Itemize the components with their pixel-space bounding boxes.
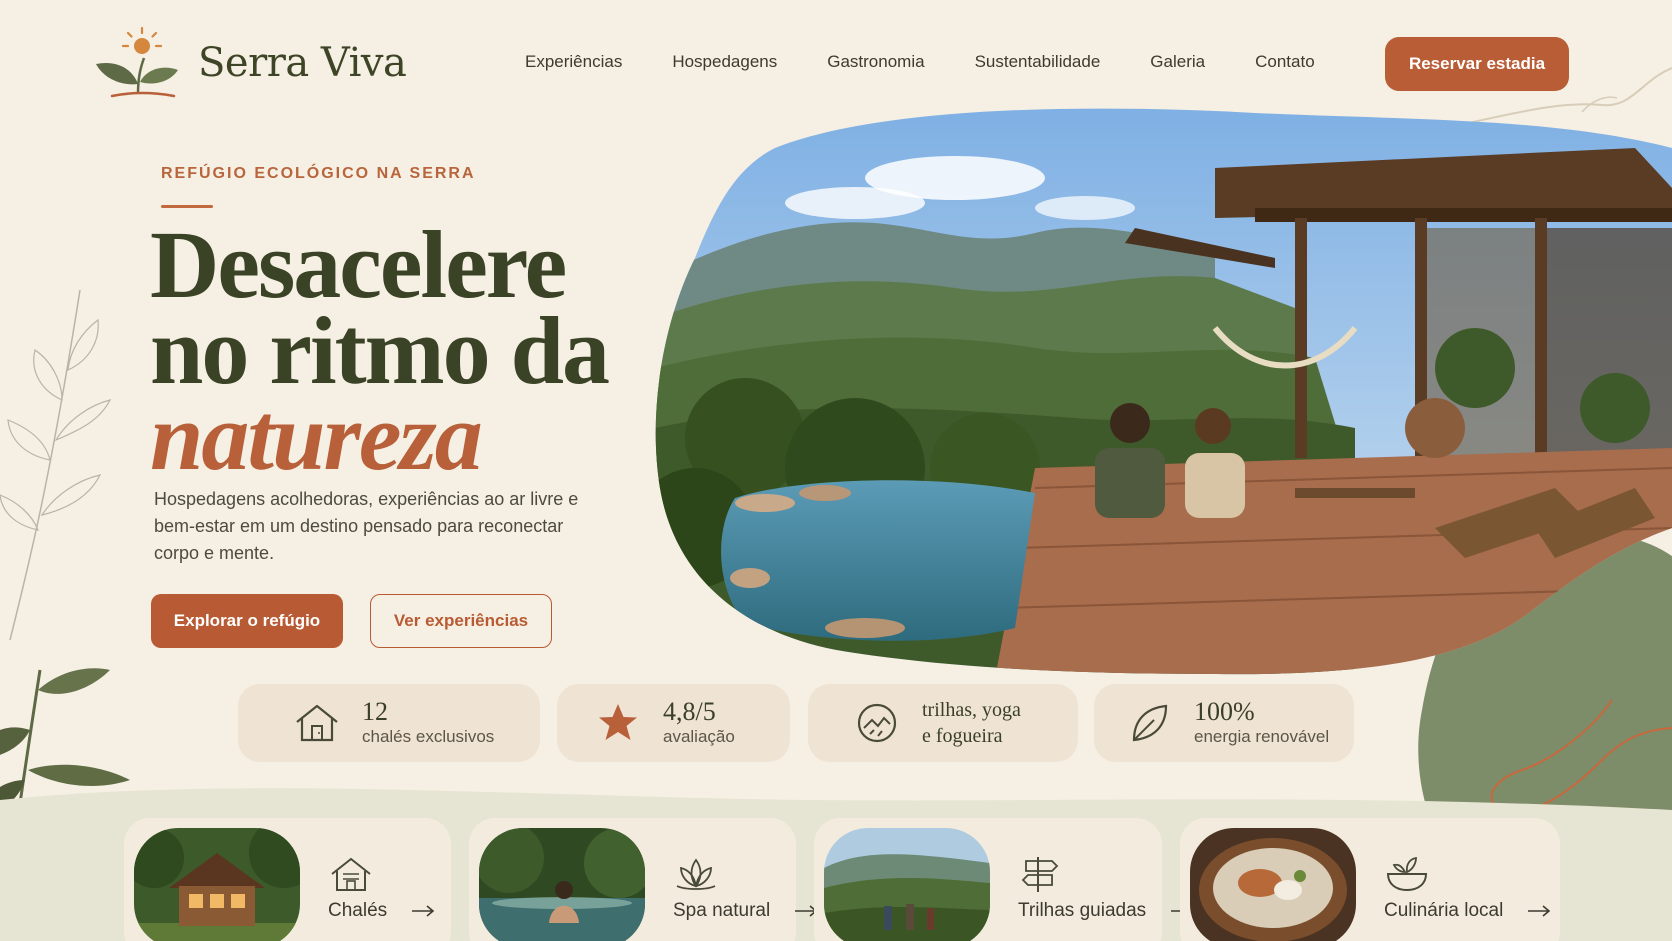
- card-trails-label: Trilhas guiadas: [1018, 900, 1147, 921]
- nav-item-sustentabilidade[interactable]: Sustentabilidade: [975, 52, 1101, 72]
- arrow-right-icon: [412, 905, 435, 917]
- cuisine-photo: [1190, 828, 1356, 941]
- stat-chalets: 12 chalés exclusivos: [238, 684, 540, 762]
- house-icon: [296, 704, 338, 742]
- page: Serra Viva Experiências Hospedagens Gast…: [0, 0, 1672, 941]
- nav-item-galeria[interactable]: Galeria: [1150, 52, 1205, 72]
- card-chalets[interactable]: Chalés: [124, 818, 451, 941]
- hero-title: Desacelere no ritmo da natureza: [150, 211, 610, 490]
- stat-rating-caption: avaliação: [663, 727, 735, 746]
- card-cuisine-label: Culinária local: [1384, 900, 1504, 921]
- hero-title-line1: Desacelere: [150, 211, 567, 318]
- lotus-icon: [676, 858, 716, 890]
- stat-activities: trilhas, yoga e fogueira: [808, 684, 1078, 762]
- nav-item-gastronomia[interactable]: Gastronomia: [827, 52, 924, 72]
- hero-lead: Hospedagens acolhedoras, experiências ao…: [154, 489, 579, 563]
- card-chalets-meta: Chalés: [328, 854, 435, 922]
- logo[interactable]: Serra Viva: [92, 24, 407, 102]
- stat-energy: 100% energia renovável: [1094, 684, 1354, 762]
- hero-title-line3: natureza: [150, 383, 483, 490]
- bowl-icon: [1386, 856, 1428, 892]
- card-spa-label: Spa natural: [673, 900, 771, 921]
- brand-name: Serra Viva: [198, 40, 407, 86]
- stat-chalets-caption: chalés exclusivos: [362, 727, 495, 746]
- card-trails-meta: Trilhas guiadas: [1018, 854, 1194, 922]
- card-chalets-label: Chalés: [328, 900, 388, 921]
- card-cuisine-meta: Culinária local: [1384, 854, 1551, 922]
- stat-rating-value: 4,8/5: [663, 697, 716, 726]
- card-cuisine[interactable]: Culinária local: [1180, 818, 1560, 941]
- trail-photo: [824, 828, 990, 941]
- leaf-icon: [1132, 704, 1168, 742]
- eyebrow-divider: [161, 205, 213, 208]
- chalet-icon: [331, 857, 371, 891]
- card-spa-meta: Spa natural: [673, 854, 818, 922]
- see-experiences-button[interactable]: Ver experiências: [370, 594, 552, 648]
- signpost-icon: [1021, 857, 1059, 892]
- reserve-stay-button[interactable]: Reservar estadia: [1385, 37, 1569, 91]
- stat-rating: 4,8/5 avaliação: [557, 684, 790, 762]
- stat-energy-caption: energia renovável: [1194, 727, 1330, 746]
- nav-item-hospedagens[interactable]: Hospedagens: [672, 52, 777, 72]
- trail-globe-icon: [857, 703, 897, 743]
- spa-photo: [479, 828, 645, 941]
- chalet-photo: [134, 828, 300, 941]
- nav-item-contato[interactable]: Contato: [1255, 52, 1315, 72]
- hero-eyebrow: REFÚGIO ECOLÓGICO NA SERRA: [161, 165, 476, 182]
- arrow-right-icon: [1528, 905, 1551, 917]
- stat-activities-line1: trilhas, yoga: [922, 699, 1021, 721]
- nav-item-experiencias[interactable]: Experiências: [525, 52, 622, 72]
- decorative-sprig: [0, 289, 112, 640]
- card-spa[interactable]: Spa natural: [469, 818, 818, 941]
- explore-button[interactable]: Explorar o refúgio: [151, 594, 343, 648]
- stat-activities-line2: e fogueira: [922, 725, 1003, 747]
- star-icon: [599, 704, 637, 740]
- stat-energy-value: 100%: [1194, 697, 1255, 726]
- card-trails[interactable]: Trilhas guiadas: [814, 818, 1194, 941]
- hero-image: [655, 108, 1672, 675]
- sun-sprout-logo-icon: [96, 26, 178, 98]
- stat-chalets-value: 12: [362, 697, 388, 726]
- main-nav: Experiências Hospedagens Gastronomia Sus…: [525, 52, 1315, 72]
- hero-title-line2: no ritmo da: [150, 297, 610, 404]
